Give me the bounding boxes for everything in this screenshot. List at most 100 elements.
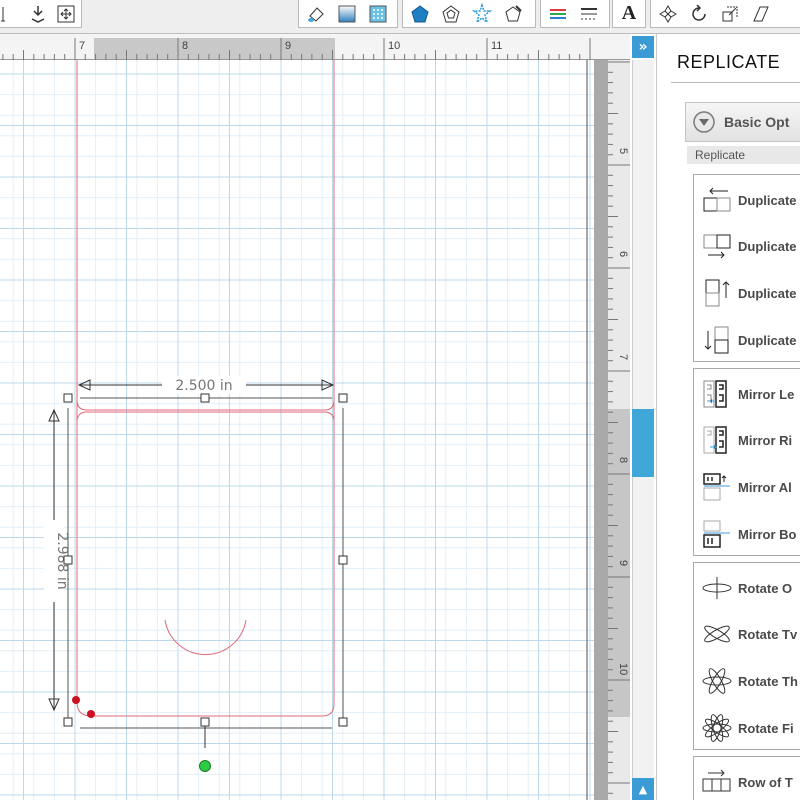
duplicate-below-button[interactable]: Duplicate <box>700 323 797 357</box>
resize-handle[interactable] <box>63 717 73 727</box>
duplicate-left-icon <box>703 187 731 212</box>
chevron-down-icon <box>693 111 715 133</box>
align-icon[interactable] <box>0 2 23 26</box>
rotate-five-button[interactable]: Rotate Fi <box>700 711 794 745</box>
gradient-icon[interactable] <box>333 2 361 26</box>
rotate-two-icon <box>704 625 730 643</box>
toolbar-group-shapes <box>402 0 536 28</box>
width-dimension-label: 2.500 in <box>175 378 232 394</box>
rotate-two-label: Rotate Tv <box>738 626 798 642</box>
line-color-icon[interactable] <box>544 2 572 26</box>
collapse-panel-button[interactable]: » <box>632 36 654 58</box>
pentagon-filled-icon[interactable] <box>406 2 434 26</box>
ruler-tick-label: 9 <box>285 40 291 52</box>
text-icon-glyph: A <box>621 2 637 24</box>
ruler-selection-highlight <box>94 38 335 60</box>
resize-handle[interactable] <box>338 717 348 727</box>
ruler-tick-label: 10 <box>617 663 629 675</box>
toolbar-group-transform <box>650 0 800 28</box>
mirror-left-label: Mirror Le <box>738 386 795 402</box>
duplicate-left-button[interactable]: Duplicate <box>700 183 797 217</box>
duplicate-above-label: Duplicate <box>738 285 797 301</box>
scale-icon[interactable] <box>716 2 744 26</box>
shear-icon[interactable] <box>747 2 775 26</box>
basic-options-header[interactable]: Basic Opt <box>685 102 800 142</box>
ruler-tick-label: 11 <box>491 40 502 52</box>
design-canvas[interactable]: 7 8 9 10 11 2.500 in 2.988 in 5 6 7 8 9 10 <box>0 34 630 800</box>
row-of-three-icon <box>702 769 731 792</box>
rotate-once-button[interactable]: Rotate O <box>700 571 792 605</box>
duplicate-right-button[interactable]: Duplicate <box>700 229 797 263</box>
ruler-tick-label: 8 <box>617 457 629 463</box>
basic-options-label: Basic Opt <box>724 114 790 130</box>
resize-handle[interactable] <box>338 555 348 565</box>
scroll-down-button[interactable]: ▲ <box>632 778 654 800</box>
line-style-icon[interactable] <box>575 2 603 26</box>
weld-icon[interactable] <box>53 2 78 26</box>
duplicate-below-icon <box>704 326 729 354</box>
duplicate-group: Duplicate Duplicate Duplicate Duplicate <box>693 174 800 362</box>
toolbar-group-fill <box>298 0 398 28</box>
toolbar: A <box>0 0 800 34</box>
mirror-right-icon <box>703 426 727 454</box>
duplicate-above-button[interactable]: Duplicate <box>700 276 797 310</box>
point-marker <box>72 696 80 704</box>
row-of-three-button[interactable]: Row of T <box>700 765 793 799</box>
panel-title: REPLICATE <box>677 52 781 72</box>
rotate-three-button[interactable]: Rotate Th <box>700 664 798 698</box>
rotate-once-label: Rotate O <box>738 580 793 596</box>
replicate-panel: REPLICATE Basic Opt Replicate Duplicate … <box>656 34 800 800</box>
horizontal-ruler: 7 8 9 10 11 <box>0 34 630 60</box>
scrollbar-thumb[interactable] <box>632 409 654 477</box>
resize-handle[interactable] <box>338 393 348 403</box>
toolbar-group-text: A <box>612 0 646 28</box>
resize-handle[interactable] <box>200 393 210 403</box>
replicate-section-label: Replicate <box>687 146 800 164</box>
fill-bucket-icon[interactable] <box>302 2 330 26</box>
ruler-tick-label: 10 <box>388 40 400 52</box>
rotate-five-icon <box>702 714 732 742</box>
text-icon[interactable]: A <box>616 2 642 26</box>
duplicate-above-icon <box>705 279 730 307</box>
ruler-tick-label: 9 <box>617 560 629 566</box>
ruler-tick-label: 6 <box>617 251 629 257</box>
resize-handle[interactable] <box>63 555 73 565</box>
mirror-below-button[interactable]: Mirror Bo <box>700 517 797 551</box>
mirror-right-button[interactable]: Mirror Ri <box>700 423 792 457</box>
vertical-ruler: 5 6 7 8 9 10 <box>594 60 630 800</box>
mirror-above-icon <box>703 473 730 501</box>
mirror-below-icon <box>703 520 730 548</box>
duplicate-left-label: Duplicate <box>738 192 797 208</box>
mirror-left-icon <box>703 380 727 408</box>
cutting-mat-grid[interactable]: 2.500 in2.988 in <box>0 60 594 800</box>
rotate-two-button[interactable]: Rotate Tv <box>700 617 797 651</box>
group-icon[interactable] <box>26 2 51 26</box>
resize-handle[interactable] <box>63 393 73 403</box>
rotate-handle[interactable] <box>199 760 211 772</box>
rotate-three-label: Rotate Th <box>738 673 798 689</box>
pentagon-pen-icon[interactable] <box>499 2 527 26</box>
pattern-icon[interactable] <box>364 2 392 26</box>
ruler-tick-label: 7 <box>79 40 85 52</box>
toolbar-group-arrange <box>0 0 82 28</box>
resize-handle[interactable] <box>200 717 210 727</box>
pentagon-outline-icon[interactable] <box>437 2 465 26</box>
replicate-icon[interactable] <box>654 2 682 26</box>
duplicate-below-label: Duplicate <box>738 332 797 348</box>
row-of-three-label: Row of T <box>738 774 793 790</box>
star-outline-icon[interactable] <box>468 2 496 26</box>
mirror-above-button[interactable]: Mirror Al <box>700 470 792 504</box>
duplicate-right-label: Duplicate <box>738 238 797 254</box>
mirror-above-label: Mirror Al <box>738 479 792 495</box>
rotate-once-icon <box>702 577 732 599</box>
panel-divider <box>671 82 800 83</box>
duplicate-right-icon <box>703 234 731 259</box>
mirror-left-button[interactable]: Mirror Le <box>700 377 794 411</box>
rotate-group: Rotate O Rotate Tv Rotate Th Rotate Fi <box>693 562 800 750</box>
rotate-icon[interactable] <box>685 2 713 26</box>
toolbar-group-lines <box>540 0 610 28</box>
row-group: Row of T <box>693 756 800 800</box>
ruler-tick-label: 5 <box>617 148 629 154</box>
ruler-tick-label: 7 <box>617 354 629 360</box>
rotate-three-icon <box>702 668 732 694</box>
